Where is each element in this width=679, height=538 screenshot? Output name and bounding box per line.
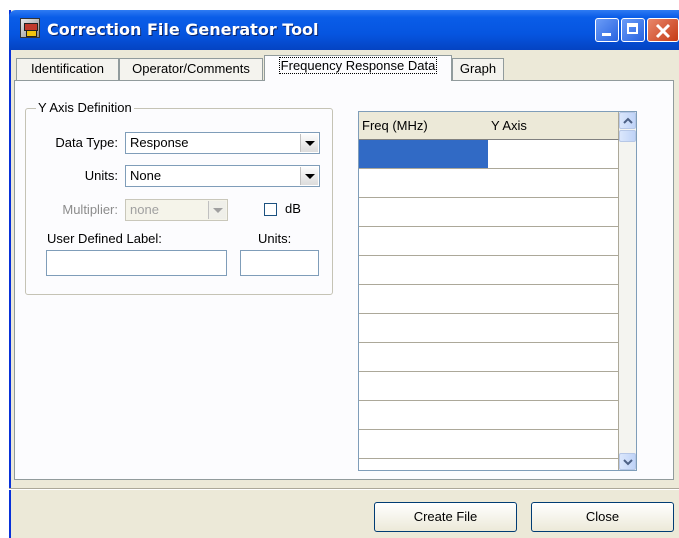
grid-header-freq[interactable]: Freq (MHz) xyxy=(359,112,489,140)
grid-cell[interactable] xyxy=(359,314,489,343)
grid-cell[interactable] xyxy=(488,256,619,285)
grid-cell[interactable] xyxy=(359,169,489,198)
grid-cell[interactable] xyxy=(488,140,619,169)
grid-cell[interactable] xyxy=(488,314,619,343)
grid-cell[interactable] xyxy=(488,285,619,314)
user-defined-label-caption: User Defined Label: xyxy=(47,231,162,246)
units-value: None xyxy=(130,168,162,183)
grid-cell[interactable] xyxy=(488,343,619,372)
close-button[interactable]: Close xyxy=(531,502,674,532)
tab-graph[interactable]: Graph xyxy=(452,58,504,80)
scroll-thumb[interactable] xyxy=(619,130,636,142)
bottom-separator-highlight xyxy=(9,489,679,490)
data-grid[interactable]: Freq (MHz) Y Axis xyxy=(358,111,637,471)
chevron-down-icon[interactable] xyxy=(300,167,318,185)
units-select[interactable]: None xyxy=(125,165,320,187)
grid-cell[interactable] xyxy=(488,372,619,401)
title-bar[interactable]: Correction File Generator Tool xyxy=(9,10,679,50)
app-icon xyxy=(20,18,40,38)
grid-cell[interactable] xyxy=(359,198,489,227)
data-type-select[interactable]: Response xyxy=(125,132,320,154)
grid-cell[interactable] xyxy=(488,430,619,459)
grid-cell[interactable] xyxy=(488,198,619,227)
chevron-down-icon[interactable] xyxy=(208,201,226,219)
grid-cell[interactable] xyxy=(359,285,489,314)
grid-cell[interactable] xyxy=(359,401,489,430)
grid-cell[interactable] xyxy=(359,372,489,401)
grid-vertical-scrollbar[interactable] xyxy=(619,112,636,470)
chevron-down-icon[interactable] xyxy=(300,134,318,152)
scroll-down-button[interactable] xyxy=(619,453,636,470)
maximize-button[interactable] xyxy=(621,18,645,42)
user-units-caption: Units: xyxy=(258,231,292,246)
close-window-button[interactable] xyxy=(647,18,679,42)
units-label: Units: xyxy=(84,168,118,183)
chevron-down-icon xyxy=(623,459,633,466)
user-defined-label-input[interactable] xyxy=(46,250,227,276)
group-title: Y Axis Definition xyxy=(36,100,134,115)
db-label: dB xyxy=(285,201,301,216)
user-units-input[interactable] xyxy=(240,250,319,276)
grid-cell[interactable] xyxy=(359,430,489,459)
grid-cell[interactable] xyxy=(359,459,489,470)
window-title: Correction File Generator Tool xyxy=(47,20,319,39)
chevron-up-icon xyxy=(623,117,633,124)
grid-cell[interactable] xyxy=(488,169,619,198)
grid-cell[interactable] xyxy=(488,401,619,430)
create-file-button[interactable]: Create File xyxy=(374,502,517,532)
grid-cell[interactable] xyxy=(488,227,619,256)
grid-cell[interactable] xyxy=(359,256,489,285)
tab-operator-comments[interactable]: Operator/Comments xyxy=(119,58,263,80)
grid-cell[interactable] xyxy=(488,459,619,470)
tab-frequency-response-data[interactable]: Frequency Response Data xyxy=(264,55,452,81)
db-checkbox[interactable] xyxy=(264,203,277,216)
multiplier-label: Multiplier: xyxy=(62,202,118,217)
grid-cell[interactable] xyxy=(359,227,489,256)
multiplier-select[interactable]: none xyxy=(125,199,228,221)
data-type-value: Response xyxy=(130,135,189,150)
grid-header-y-axis[interactable]: Y Axis xyxy=(488,112,619,140)
multiplier-value: none xyxy=(130,202,159,217)
close-icon xyxy=(655,23,671,39)
minimize-button[interactable] xyxy=(595,18,619,42)
scroll-up-button[interactable] xyxy=(619,112,636,129)
data-type-label: Data Type: xyxy=(55,135,118,150)
tab-identification[interactable]: Identification xyxy=(16,58,119,80)
grid-cell[interactable] xyxy=(359,343,489,372)
grid-cell[interactable] xyxy=(359,140,489,169)
tab-strip: Identification Operator/Comments Frequen… xyxy=(16,53,676,81)
